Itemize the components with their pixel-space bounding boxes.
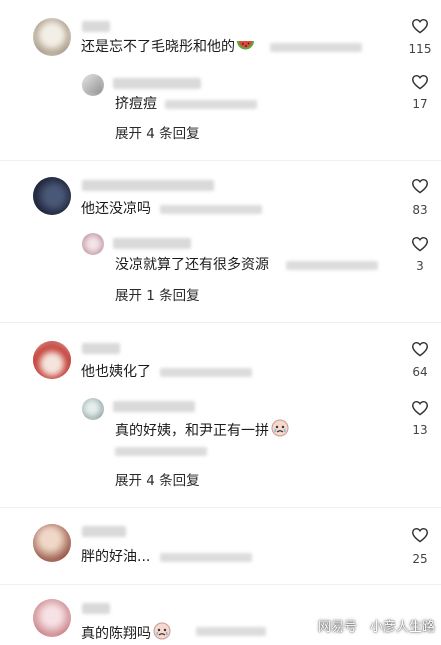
username[interactable] bbox=[82, 21, 110, 32]
timestamp-meta bbox=[160, 553, 252, 562]
expand-replies-button[interactable]: 展开 4 条回复 bbox=[115, 125, 200, 143]
username[interactable] bbox=[113, 78, 201, 89]
avatar[interactable] bbox=[33, 524, 71, 562]
divider bbox=[0, 160, 441, 161]
heart-outline-icon[interactable] bbox=[411, 527, 429, 543]
comment-text: 他也姨化了 bbox=[81, 364, 151, 380]
avatar[interactable] bbox=[33, 599, 71, 637]
username[interactable] bbox=[82, 603, 110, 614]
timestamp-meta bbox=[196, 627, 266, 636]
reply-text: 真的好姨，和尹正有一拼 bbox=[115, 419, 289, 442]
expand-replies-button[interactable]: 展开 4 条回复 bbox=[115, 472, 200, 490]
timestamp-meta bbox=[286, 261, 378, 270]
divider bbox=[0, 584, 441, 585]
expand-replies-button[interactable]: 展开 1 条回复 bbox=[115, 287, 200, 305]
avatar[interactable] bbox=[82, 398, 104, 420]
timestamp-meta bbox=[160, 368, 252, 377]
heart-outline-icon[interactable] bbox=[411, 178, 429, 194]
comment-text-content: 还是忘不了毛晓彤和他的 bbox=[81, 39, 235, 55]
like-count: 17 bbox=[412, 97, 428, 111]
reply-text: 挤痘痘 bbox=[115, 96, 157, 112]
comment-text: 胖的好油... bbox=[81, 549, 151, 565]
username[interactable] bbox=[82, 180, 214, 191]
username[interactable] bbox=[82, 343, 120, 354]
avatar[interactable] bbox=[82, 74, 104, 96]
reply-text: 没凉就算了还有很多资源 bbox=[115, 257, 269, 273]
comment-text: 还是忘不了毛晓彤和他的 bbox=[81, 38, 254, 58]
username[interactable] bbox=[82, 526, 126, 537]
like-count: 64 bbox=[412, 365, 428, 379]
timestamp-meta bbox=[165, 100, 257, 109]
watermark-brand: 网易号 bbox=[317, 619, 357, 635]
username[interactable] bbox=[113, 401, 195, 412]
avatar[interactable] bbox=[82, 233, 104, 255]
heart-outline-icon[interactable] bbox=[411, 74, 429, 90]
watermark-separator bbox=[362, 618, 364, 632]
heart-outline-icon[interactable] bbox=[411, 400, 429, 416]
timestamp-meta bbox=[160, 205, 262, 214]
reply-text-content: 真的好姨，和尹正有一拼 bbox=[115, 423, 269, 439]
username[interactable] bbox=[113, 238, 191, 249]
watermark-author: 小彦人生路 bbox=[369, 619, 435, 635]
like-count: 25 bbox=[412, 552, 428, 566]
avatar[interactable] bbox=[33, 18, 71, 56]
heart-outline-icon[interactable] bbox=[411, 236, 429, 252]
timestamp-meta bbox=[270, 43, 362, 52]
crying-face-emoji-icon bbox=[153, 622, 171, 645]
timestamp-meta bbox=[115, 447, 207, 456]
crying-face-emoji-icon bbox=[271, 419, 289, 442]
heart-outline-icon[interactable] bbox=[411, 341, 429, 357]
watermelon-emoji-icon bbox=[237, 39, 254, 58]
like-count: 83 bbox=[412, 203, 428, 217]
avatar[interactable] bbox=[33, 341, 71, 379]
avatar[interactable] bbox=[33, 177, 71, 215]
comment-text: 他还没凉吗 bbox=[81, 201, 151, 217]
watermark: 网易号 小彦人生路 bbox=[318, 614, 435, 636]
like-count: 115 bbox=[408, 42, 432, 56]
divider bbox=[0, 322, 441, 323]
divider bbox=[0, 507, 441, 508]
heart-outline-icon[interactable] bbox=[411, 18, 429, 34]
comment-text: 真的陈翔吗 bbox=[81, 622, 171, 645]
like-count: 3 bbox=[416, 259, 424, 273]
like-count: 13 bbox=[412, 423, 428, 437]
